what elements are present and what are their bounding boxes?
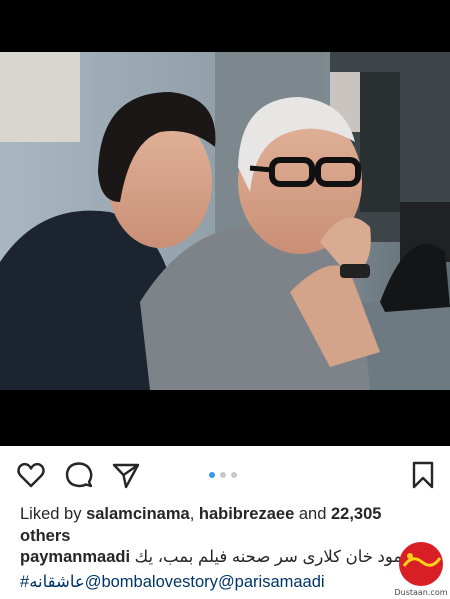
post-photo[interactable] <box>0 52 450 390</box>
liker-link[interactable]: salamcinama <box>86 505 190 523</box>
action-bar <box>0 456 450 496</box>
share-icon[interactable] <box>111 460 141 490</box>
bookmark-icon[interactable] <box>408 460 438 490</box>
bottom-letterbox <box>0 390 450 446</box>
site-watermark-logo: Dustaan.com <box>392 540 450 599</box>
caption: paymanmaadi مود خان کلاری سر صحنه فیلم ب… <box>20 545 430 595</box>
caption-mention[interactable]: @bombalovestory <box>85 573 218 591</box>
caption-text: مود خان کلاری سر صحنه فیلم بمب، یك <box>134 548 403 566</box>
others-count[interactable]: 22,305 <box>331 505 381 523</box>
post-photo-illustration <box>0 52 450 390</box>
heart-icon[interactable] <box>16 460 46 490</box>
carousel-dot <box>220 472 226 478</box>
caption-username[interactable]: paymanmaadi <box>20 548 130 566</box>
comment-icon[interactable] <box>64 460 94 490</box>
carousel-dot <box>231 472 237 478</box>
others-label[interactable]: others <box>20 527 70 545</box>
watermark-site: Dustaan.com <box>394 588 448 597</box>
carousel-indicator <box>209 472 237 478</box>
likes-line: Liked by salamcinama, habibrezaee and 22… <box>20 505 382 545</box>
caption-mention[interactable]: @parisamaadi <box>218 573 325 591</box>
likes-prefix: Liked by <box>20 505 82 523</box>
liker-link[interactable]: habibrezaee <box>199 505 294 523</box>
top-letterbox <box>0 0 450 52</box>
likes-and: and <box>298 505 327 523</box>
caption-hashtag[interactable]: #عاشقانه <box>20 573 85 591</box>
carousel-dot <box>209 472 215 478</box>
